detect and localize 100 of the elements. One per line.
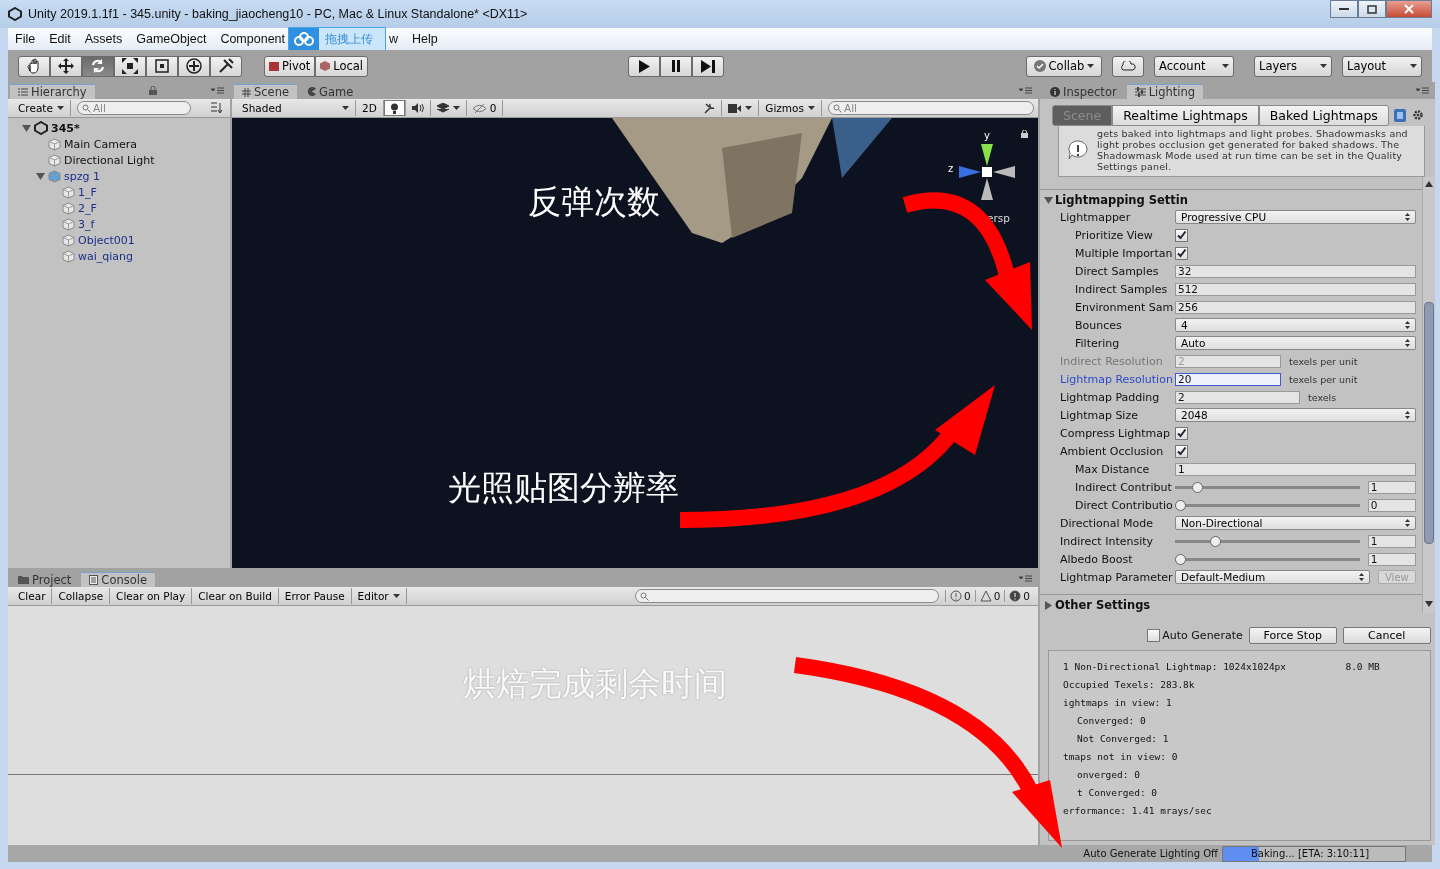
hierarchy-item[interactable]: spzg 1 xyxy=(64,169,100,183)
checkbox[interactable] xyxy=(1175,444,1188,458)
hierarchy-item[interactable]: Main Camera xyxy=(64,137,137,151)
section-header[interactable]: Other Settings xyxy=(1055,598,1151,612)
inspector-tab[interactable]: Lighting xyxy=(1126,84,1204,99)
menu-item[interactable]: File xyxy=(8,32,43,46)
menu-item[interactable]: Assets xyxy=(77,32,130,46)
slider-thumb[interactable] xyxy=(1209,535,1221,547)
mode-tab[interactable]: Baked Lightmaps xyxy=(1258,105,1389,126)
pause-button[interactable] xyxy=(660,55,693,77)
foldout-arrow-icon[interactable] xyxy=(22,123,31,133)
input-field[interactable]: 20 xyxy=(1175,372,1281,386)
tool-button[interactable] xyxy=(50,55,82,77)
account-dropdown[interactable]: Account xyxy=(1154,55,1234,77)
collab-button[interactable]: Collab xyxy=(1026,55,1102,77)
checkbox[interactable] xyxy=(1175,246,1188,260)
play-button[interactable] xyxy=(628,55,661,77)
hierarchy-item[interactable]: Directional Light xyxy=(64,153,155,167)
dropdown[interactable]: Progressive CPU xyxy=(1175,210,1416,224)
minimize-button[interactable] xyxy=(1330,0,1358,18)
console-toggle[interactable]: Clear on Play xyxy=(110,588,193,604)
create-dropdown[interactable]: Create xyxy=(12,100,71,116)
close-button[interactable] xyxy=(1386,0,1432,18)
console-toggle[interactable]: Clear xyxy=(12,588,53,604)
dropdown[interactable]: Auto xyxy=(1175,336,1416,350)
tool-button[interactable] xyxy=(210,55,242,77)
hierarchy-item[interactable]: 1_F xyxy=(78,185,97,199)
menu-icon[interactable] xyxy=(1019,575,1032,582)
input-field[interactable]: 1 xyxy=(1367,534,1416,548)
search-field[interactable] xyxy=(634,589,939,603)
view-tab[interactable]: Game xyxy=(299,84,362,99)
menu-icon[interactable] xyxy=(211,87,224,94)
tool-button[interactable] xyxy=(146,55,178,77)
action-button[interactable]: Force Stop xyxy=(1248,627,1337,644)
tool-button[interactable] xyxy=(18,55,50,77)
dropdown[interactable]: 4 xyxy=(1175,318,1416,332)
tool-button[interactable] xyxy=(114,55,146,77)
editor-dropdown[interactable]: Editor xyxy=(351,588,407,604)
input-field[interactable]: 1 xyxy=(1175,462,1416,476)
input-field[interactable]: 0 xyxy=(1367,498,1416,512)
input-field[interactable]: 512 xyxy=(1175,282,1416,296)
menu-item[interactable]: Help xyxy=(405,32,445,46)
checkbox[interactable] xyxy=(1175,228,1188,242)
hierarchy-item[interactable]: 345* xyxy=(51,121,230,135)
dropdown[interactable]: Non-Directional xyxy=(1175,516,1416,530)
tool-button[interactable] xyxy=(178,55,210,77)
console-toggle[interactable]: Collapse xyxy=(52,588,111,604)
console-toggle[interactable]: Clear on Build xyxy=(192,588,279,604)
layers-dropdown[interactable]: Layers xyxy=(1254,55,1332,77)
view-tab[interactable]: Scene xyxy=(234,84,298,99)
input-field[interactable]: 32 xyxy=(1175,264,1416,278)
local-button[interactable]: Local xyxy=(315,55,369,77)
action-button[interactable]: Cancel xyxy=(1342,627,1431,644)
dropdown[interactable]: Default-Medium xyxy=(1175,570,1370,584)
hierarchy-item[interactable]: 2_F xyxy=(78,201,97,215)
settings-icon[interactable] xyxy=(1411,109,1425,122)
lighting-toggle[interactable] xyxy=(383,100,406,116)
step-button[interactable] xyxy=(692,55,725,77)
input-field[interactable]: 256 xyxy=(1175,300,1416,314)
mode-tab[interactable]: Realtime Lightmaps xyxy=(1112,105,1259,126)
message-count[interactable]: 0 xyxy=(944,590,975,602)
maximize-button[interactable] xyxy=(1358,0,1386,18)
hierarchy-item[interactable]: wai_qiang xyxy=(78,249,134,263)
slider-thumb[interactable] xyxy=(1175,499,1186,511)
dropdown[interactable]: 2048 xyxy=(1175,408,1416,422)
checkbox[interactable] xyxy=(1175,426,1188,440)
help-book-icon[interactable] xyxy=(1393,109,1406,122)
layout-dropdown[interactable]: Layout xyxy=(1342,55,1422,77)
hidden-objects-toggle[interactable]: 0 xyxy=(466,100,504,116)
message-count[interactable]: 0 xyxy=(974,590,1005,602)
console-toggle[interactable]: Error Pause xyxy=(278,588,352,604)
foldout-arrow-icon[interactable] xyxy=(36,171,45,181)
gizmos-dropdown[interactable]: Gizmos xyxy=(759,100,822,116)
shading-dropdown[interactable]: Shaded xyxy=(236,100,356,116)
input-field[interactable]: 1 xyxy=(1367,480,1416,494)
checkbox[interactable] xyxy=(1147,629,1161,642)
input-field[interactable]: 2 xyxy=(1175,390,1300,404)
menu-icon[interactable] xyxy=(1415,87,1429,94)
section-header[interactable]: Lightmapping Settin xyxy=(1055,193,1188,207)
lock-icon[interactable] xyxy=(1021,130,1028,138)
foldout-arrow-icon[interactable] xyxy=(1044,600,1053,610)
slider-thumb[interactable] xyxy=(1192,481,1204,493)
scrollbar-thumb[interactable] xyxy=(1423,302,1434,544)
hierarchy-item[interactable]: 3_f xyxy=(78,217,95,231)
cloud-button[interactable] xyxy=(1112,55,1144,77)
menu-item[interactable]: Edit xyxy=(42,32,78,46)
hierarchy-tab[interactable]: Hierarchy xyxy=(10,84,95,99)
panel-tab[interactable]: Console xyxy=(81,572,155,587)
input-field[interactable]: 1 xyxy=(1367,552,1416,566)
scroll-down-icon[interactable] xyxy=(1424,601,1433,607)
slider-thumb[interactable] xyxy=(1175,553,1186,565)
scroll-up-icon[interactable] xyxy=(1424,181,1433,187)
hierarchy-item[interactable]: Object001 xyxy=(78,233,135,247)
menu-item[interactable]: GameObject xyxy=(129,32,214,46)
pivot-button[interactable]: Pivot xyxy=(264,55,316,77)
message-count[interactable]: 0 xyxy=(1004,590,1034,602)
menu-icon[interactable] xyxy=(1019,87,1032,94)
foldout-arrow-icon[interactable] xyxy=(1044,195,1053,205)
panel-tab[interactable]: Project xyxy=(10,572,80,587)
inspector-tab[interactable]: Inspector xyxy=(1042,84,1125,99)
